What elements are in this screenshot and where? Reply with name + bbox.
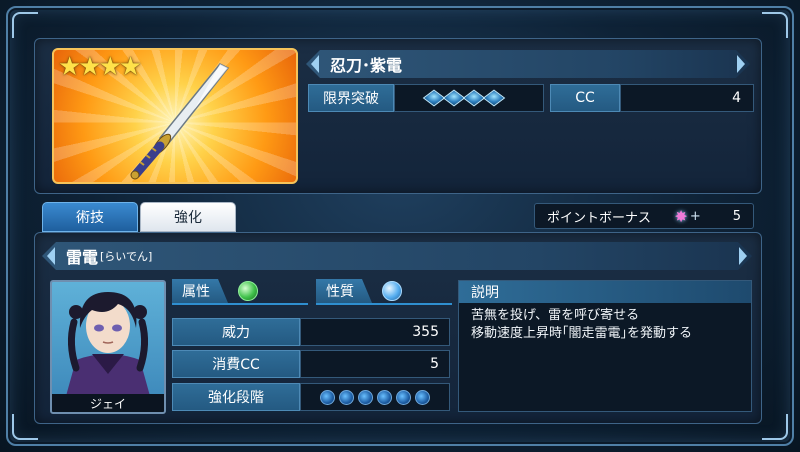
frame-corner (762, 414, 788, 440)
frame-corner (762, 12, 788, 38)
attribute-label: 属性 (172, 279, 228, 303)
point-star-icon: ✸ (674, 206, 688, 226)
skill-name: 雷電 (66, 248, 99, 267)
frame-corner (12, 12, 38, 38)
description-box: 説明 苦無を投げ、雷を呼び寄せる 移動速度上昇時｢闇走雷電｣を発動する (458, 280, 752, 412)
character-name: ジェイ (52, 394, 164, 412)
point-bonus-bar: ポイントボーナス ✸ + 5 (534, 203, 754, 229)
point-bonus-label: ポイントボーナス (547, 210, 652, 226)
description-line: 移動速度上昇時｢闇走雷電｣を発動する (471, 326, 693, 341)
power-value: 355 (300, 318, 450, 346)
grade-circle-icon (358, 389, 373, 405)
ninja-sword-icon (130, 63, 230, 180)
grade-circle-icon (396, 389, 411, 405)
cc-value: 4 (620, 84, 754, 112)
grade-gauge (300, 383, 450, 411)
weapon-card[interactable]: ★★★★ (52, 48, 298, 184)
weapon-name-bar: 忍刀･紫電 (306, 50, 750, 78)
rarity-stars: ★★★★ (58, 52, 142, 82)
water-orb-icon (382, 281, 402, 301)
nature-header: 性質 (316, 279, 452, 305)
cost-value: 5 (300, 350, 450, 378)
grade-circle-icon (377, 389, 392, 405)
character-avatar-icon (66, 292, 150, 396)
wind-orb-icon (238, 281, 258, 301)
skill-name-bar: 雷電 [らいでん] (42, 242, 752, 270)
tab-enhance[interactable]: 強化 (140, 202, 236, 232)
character-portrait[interactable]: ジェイ (50, 280, 166, 414)
cc-label: CC (550, 84, 620, 112)
limit-break-label: 限界突破 (308, 84, 394, 112)
weapon-name: 忍刀･紫電 (330, 56, 403, 75)
limit-break-diamond-icon (482, 89, 506, 107)
grade-circle-icon (339, 389, 354, 405)
grade-circle-icon (320, 389, 335, 405)
nature-label: 性質 (316, 279, 372, 303)
grade-circle-icon (415, 389, 430, 405)
description-label: 説明 (459, 281, 751, 303)
limit-break-gauge (394, 84, 544, 112)
point-bonus-plus: + (689, 208, 701, 224)
cost-label: 消費CC (172, 350, 300, 378)
tab-skill[interactable]: 術技 (42, 202, 138, 232)
power-label: 威力 (172, 318, 300, 346)
description-line: 苦無を投げ、雷を呼び寄せる (471, 308, 640, 323)
grade-label: 強化段階 (172, 383, 300, 411)
point-bonus-value: 5 (732, 208, 741, 224)
description-text: 苦無を投げ、雷を呼び寄せる 移動速度上昇時｢闇走雷電｣を発動する (459, 303, 751, 347)
attribute-header: 属性 (172, 279, 308, 305)
skill-reading: [らいでん] (100, 250, 153, 263)
